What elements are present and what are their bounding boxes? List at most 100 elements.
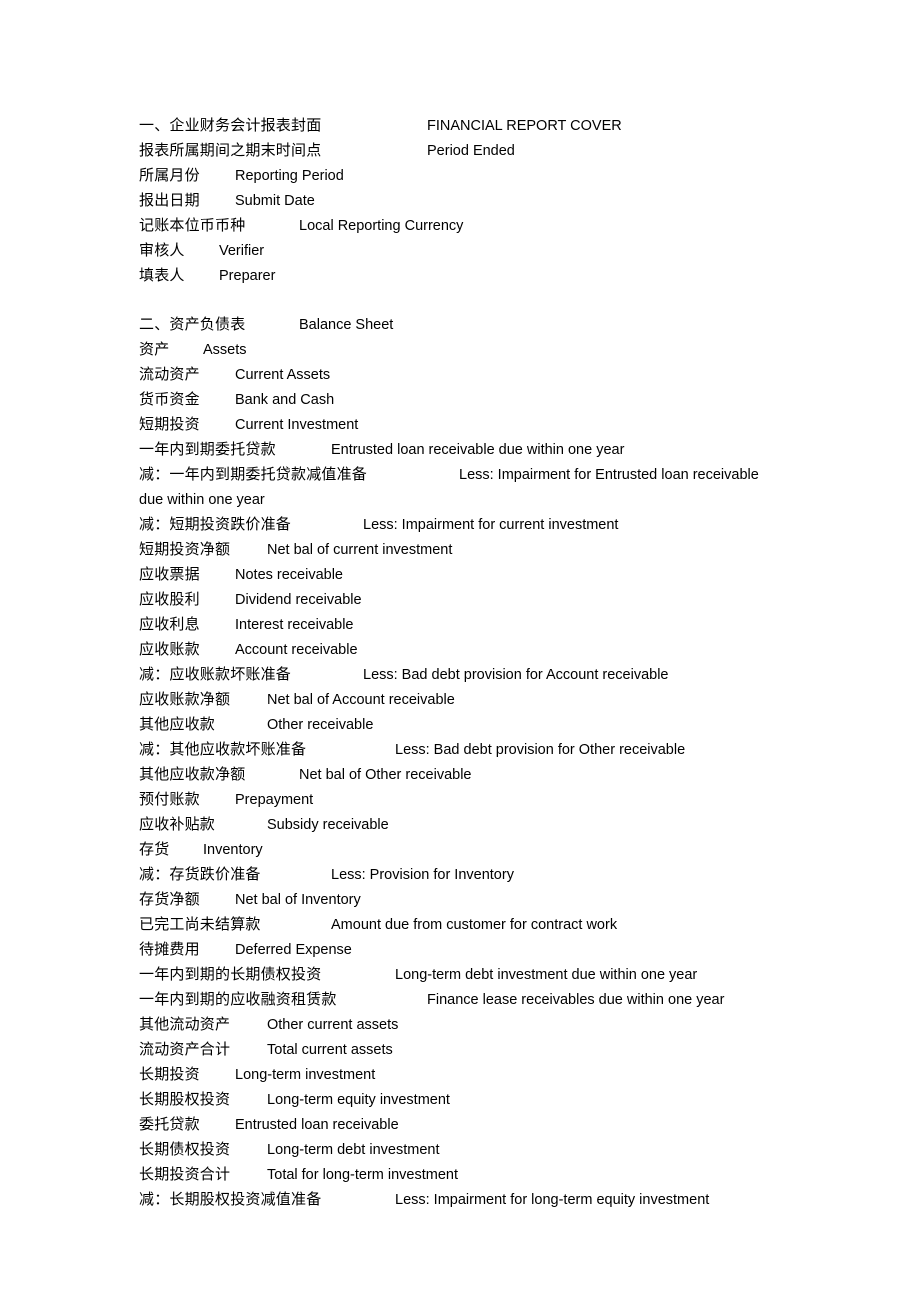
term-chinese: 短期投资	[139, 415, 200, 433]
term-english: Net bal of current investment	[267, 542, 453, 558]
term-english: Submit Date	[235, 193, 315, 209]
glossary-line: 审核人 Verifier	[139, 238, 787, 263]
term-english: Reporting Period	[235, 168, 344, 184]
glossary-line: 一年内到期委托贷款 Entrusted loan receivable due w…	[139, 437, 787, 462]
term-chinese: 报出日期	[139, 191, 200, 209]
term-chinese: 应收账款净额	[139, 690, 231, 708]
term-english: Amount due from customer for contract wo…	[331, 917, 618, 933]
term-chinese: 审核人	[139, 241, 185, 259]
term-english: Total current assets	[267, 1042, 393, 1058]
glossary-line: 存货净额 Net bal of Inventory	[139, 887, 787, 912]
term-english: Total for long-term investment	[267, 1167, 458, 1183]
term-chinese: 流动资产	[139, 365, 200, 383]
glossary-line: 应收票据 Notes receivable	[139, 562, 787, 587]
term-chinese: 应收利息	[139, 615, 200, 633]
glossary-line: 减：应收账款坏账准备 Less: Bad debt provision for A…	[139, 662, 787, 687]
term-english: FINANCIAL REPORT COVER	[427, 118, 622, 134]
term-chinese: 应收账款	[139, 640, 200, 658]
term-english: Local Reporting Currency	[299, 218, 464, 234]
term-english: Long-term investment	[235, 1067, 376, 1083]
glossary-line: 流动资产 Current Assets	[139, 362, 787, 387]
term-english: Verifier	[219, 243, 265, 259]
document-page: 一、企业财务会计报表封面 FINANCIAL REPORT COVER 报表所属期间…	[0, 0, 920, 1302]
term-english: Preparer	[219, 268, 276, 284]
term-chinese: 其他应收款	[139, 715, 216, 733]
term-chinese: 一年内到期的长期债权投资	[139, 965, 322, 983]
glossary-line: 其他流动资产 Other current assets	[139, 1012, 787, 1037]
term-english: Inventory	[203, 842, 263, 858]
document-body: 一、企业财务会计报表封面 FINANCIAL REPORT COVER 报表所属期间…	[139, 113, 787, 1212]
term-chinese: 长期投资合计	[139, 1165, 231, 1183]
term-chinese: 减：短期投资跌价准备	[139, 515, 292, 533]
term-english: Net bal of Inventory	[235, 892, 361, 908]
glossary-line: 减：一年内到期委托贷款减值准备 Less: Impairment for Entr…	[139, 462, 787, 512]
term-chinese: 存货净额	[139, 890, 200, 908]
term-english: Account receivable	[235, 642, 358, 658]
glossary-line: 其他应收款 Other receivable	[139, 712, 787, 737]
glossary-line: 二、资产负债表 Balance Sheet	[139, 312, 787, 337]
term-chinese: 流动资产合计	[139, 1040, 231, 1058]
term-english: Long-term equity investment	[267, 1092, 450, 1108]
term-chinese: 一年内到期委托贷款	[139, 440, 276, 458]
glossary-line: 填表人 Preparer	[139, 263, 787, 288]
term-chinese: 长期投资	[139, 1065, 200, 1083]
glossary-line: 短期投资 Current Investment	[139, 412, 787, 437]
term-chinese: 已完工尚未结算款	[139, 915, 261, 933]
term-chinese: 短期投资净额	[139, 540, 231, 558]
term-chinese: 二、资产负债表	[139, 315, 246, 333]
term-chinese: 所属月份	[139, 166, 200, 184]
term-english: Interest receivable	[235, 617, 354, 633]
term-english: Prepayment	[235, 792, 314, 808]
term-english: Dividend receivable	[235, 592, 362, 608]
glossary-line: 短期投资净额 Net bal of current investment	[139, 537, 787, 562]
term-chinese: 一年内到期的应收融资租赁款	[139, 990, 337, 1008]
term-english: Period Ended	[427, 143, 515, 159]
glossary-line: 减：存货跌价准备 Less: Provision for Inventory	[139, 862, 787, 887]
term-english: Net bal of Account receivable	[267, 692, 455, 708]
glossary-line: 存货 Inventory	[139, 837, 787, 862]
glossary-line: 应收账款净额 Net bal of Account receivable	[139, 687, 787, 712]
term-english: Current Assets	[235, 367, 331, 383]
glossary-line: 一年内到期的长期债权投资 Long-term debt investment du…	[139, 962, 787, 987]
glossary-line: 货币资金 Bank and Cash	[139, 387, 787, 412]
term-chinese: 应收补贴款	[139, 815, 216, 833]
term-chinese: 填表人	[139, 266, 185, 284]
term-chinese: 预付账款	[139, 790, 200, 808]
term-english: Assets	[203, 342, 247, 358]
glossary-line: 长期股权投资 Long-term equity investment	[139, 1087, 787, 1112]
term-english: Entrusted loan receivable	[235, 1117, 399, 1133]
term-english: Deferred Expense	[235, 942, 352, 958]
term-english: Other current assets	[267, 1017, 399, 1033]
glossary-line: 流动资产合计 Total current assets	[139, 1037, 787, 1062]
term-chinese: 长期股权投资	[139, 1090, 231, 1108]
term-chinese: 资产	[139, 340, 170, 358]
term-english: Less: Impairment for current investment	[363, 517, 619, 533]
glossary-line: 预付账款 Prepayment	[139, 787, 787, 812]
term-chinese: 记账本位币币种	[139, 216, 246, 234]
term-chinese: 减：存货跌价准备	[139, 865, 261, 883]
term-english: Long-term debt investment due within one…	[395, 967, 698, 983]
glossary-line: 已完工尚未结算款 Amount due from customer for con…	[139, 912, 787, 937]
term-english: Other receivable	[267, 717, 374, 733]
glossary-line: 长期债权投资 Long-term debt investment	[139, 1137, 787, 1162]
term-english: Balance Sheet	[299, 317, 394, 333]
glossary-line: 所属月份 Reporting Period	[139, 163, 787, 188]
glossary-line: 待摊费用 Deferred Expense	[139, 937, 787, 962]
term-english: Bank and Cash	[235, 392, 335, 408]
glossary-line: 委托贷款 Entrusted loan receivable	[139, 1112, 787, 1137]
term-english: Net bal of Other receivable	[299, 767, 472, 783]
term-chinese: 委托贷款	[139, 1115, 200, 1133]
term-chinese: 应收票据	[139, 565, 200, 583]
term-english: Current Investment	[235, 417, 359, 433]
term-chinese: 其他流动资产	[139, 1015, 231, 1033]
term-english: Less: Bad debt provision for Other recei…	[395, 742, 686, 758]
term-chinese: 减：一年内到期委托贷款减值准备	[139, 465, 368, 483]
glossary-line: 记账本位币币种 Local Reporting Currency	[139, 213, 787, 238]
term-chinese: 应收股利	[139, 590, 200, 608]
term-english: Subsidy receivable	[267, 817, 389, 833]
term-chinese: 其他应收款净额	[139, 765, 246, 783]
term-chinese: 长期债权投资	[139, 1140, 231, 1158]
term-chinese: 货币资金	[139, 390, 200, 408]
glossary-line: 资产 Assets	[139, 337, 787, 362]
glossary-line: 减：短期投资跌价准备 Less: Impairment for current i…	[139, 512, 787, 537]
